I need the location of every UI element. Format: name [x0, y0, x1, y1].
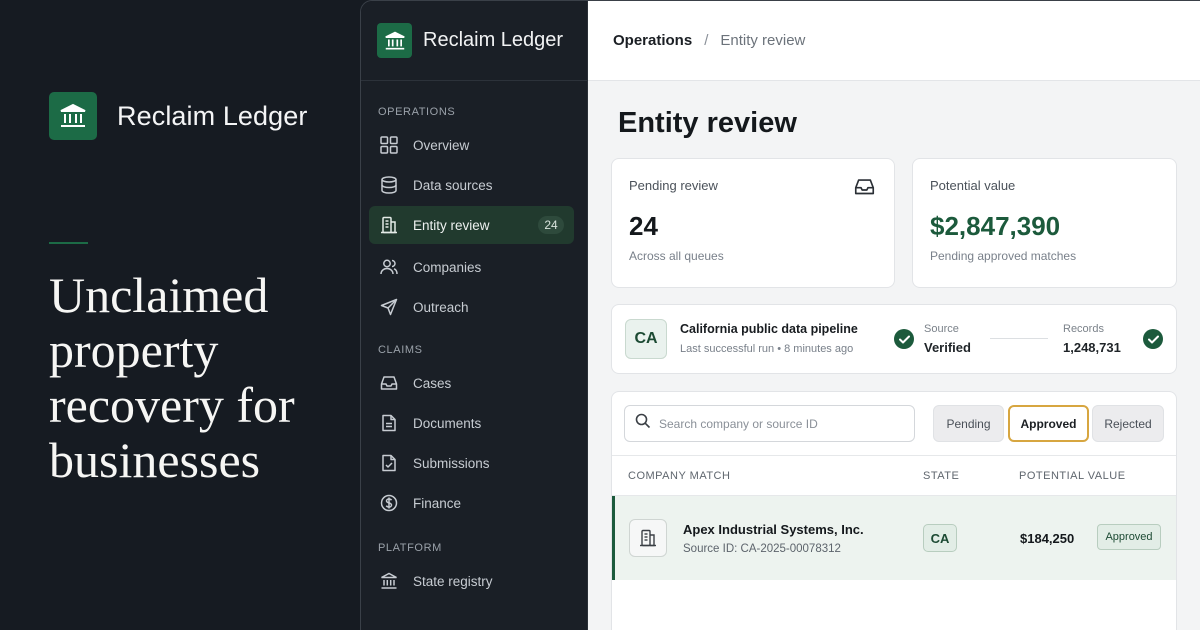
breadcrumb-parent[interactable]: Operations	[613, 32, 692, 49]
database-icon	[379, 175, 399, 195]
sidebar-item-label: Documents	[413, 415, 482, 431]
building-icon	[629, 519, 667, 557]
filter-pending-button[interactable]: Pending	[933, 405, 1004, 442]
status-badge: Approved	[1097, 524, 1161, 550]
file-check-icon	[379, 453, 399, 473]
search-icon	[635, 413, 651, 434]
column-header-value[interactable]: POTENTIAL VALUE	[1019, 470, 1126, 482]
divider	[990, 338, 1048, 339]
hero-headline-line: property	[49, 322, 219, 378]
sidebar-item-finance[interactable]: Finance	[369, 484, 574, 522]
search-input[interactable]	[659, 416, 899, 431]
column-header-state[interactable]: STATE	[923, 470, 959, 482]
sidebar-section-label: PLATFORM	[378, 542, 442, 554]
state-code-tile: CA	[625, 319, 667, 359]
breadcrumb-current: Entity review	[720, 32, 806, 49]
page-title: Entity review	[618, 107, 797, 139]
hero-headline-line: businesses	[49, 432, 261, 488]
filter-approved-button[interactable]: Approved	[1008, 405, 1089, 442]
sidebar-item-label: Data sources	[413, 177, 493, 193]
table-header: COMPANY MATCH STATE POTENTIAL VALUE	[612, 455, 1176, 496]
inbox-icon	[854, 177, 875, 201]
pipeline-subtitle: Last successful run • 8 minutes ago	[680, 343, 854, 355]
records-label: Records	[1063, 323, 1104, 335]
sidebar-item-outreach[interactable]: Outreach	[369, 288, 574, 326]
sidebar-item-state-registry[interactable]: State registry	[369, 562, 574, 600]
pipeline-title: California public data pipeline	[680, 322, 858, 336]
pipeline-card[interactable]: CA California public data pipeline Last …	[611, 304, 1177, 374]
sidebar-item-label: Finance	[413, 495, 462, 511]
sidebar-item-label: Entity review	[413, 217, 490, 233]
sidebar-section-label: OPERATIONS	[378, 106, 456, 118]
sidebar-item-cases[interactable]: Cases	[369, 364, 574, 402]
sidebar-item-label: State registry	[413, 573, 493, 589]
hero-brand: Reclaim Ledger	[49, 92, 308, 140]
sidebar-item-label: Companies	[413, 259, 482, 275]
source-label: Source	[924, 323, 959, 335]
sidebar-section-label: CLAIMS	[378, 344, 423, 356]
sidebar-brand[interactable]: Reclaim Ledger	[361, 1, 587, 81]
entity-table-card: Pending Approved Rejected COMPANY MATCH …	[611, 391, 1177, 630]
app-window: Reclaim Ledger OPERATIONS Overview Data …	[360, 0, 1200, 630]
stat-subtext: Across all queues	[629, 249, 724, 263]
company-name: Apex Industrial Systems, Inc.	[683, 522, 864, 537]
check-circle-icon	[1143, 329, 1163, 349]
hero-headline-line: Unclaimed	[49, 267, 269, 323]
inbox-icon	[379, 373, 399, 393]
hero-brand-name: Reclaim Ledger	[117, 100, 308, 131]
sidebar-item-label: Cases	[413, 375, 452, 391]
sidebar: Reclaim Ledger OPERATIONS Overview Data …	[361, 1, 588, 630]
search-box[interactable]	[624, 405, 915, 442]
breadcrumb: Operations / Entity review	[588, 1, 1200, 81]
sidebar-item-entity-review[interactable]: Entity review 24	[369, 206, 574, 244]
bank-icon	[377, 23, 412, 58]
hero-divider	[49, 242, 88, 244]
hero-headline: Unclaimed property recovery for business…	[49, 268, 349, 488]
sidebar-item-documents[interactable]: Documents	[369, 404, 574, 442]
column-header-company[interactable]: COMPANY MATCH	[628, 470, 730, 482]
stat-value: $2,847,390	[930, 211, 1061, 241]
building-icon	[379, 215, 399, 235]
hero-headline-line: recovery for	[49, 377, 295, 433]
table-row[interactable]: Apex Industrial Systems, Inc. Source ID:…	[612, 496, 1176, 580]
source-value: Verified	[924, 340, 971, 355]
check-circle-icon	[894, 329, 914, 349]
breadcrumb-separator: /	[704, 32, 709, 49]
grid-icon	[379, 135, 399, 155]
stat-value: 24	[629, 211, 658, 241]
filter-rejected-button[interactable]: Rejected	[1092, 405, 1164, 442]
sidebar-brand-name: Reclaim Ledger	[423, 29, 564, 51]
sidebar-item-overview[interactable]: Overview	[369, 126, 574, 164]
sidebar-item-companies[interactable]: Companies	[369, 248, 574, 286]
sidebar-item-data-sources[interactable]: Data sources	[369, 166, 574, 204]
bank-icon	[49, 92, 97, 140]
hero-panel: Reclaim Ledger Unclaimed property recove…	[0, 0, 360, 630]
count-badge: 24	[538, 216, 564, 234]
records-value: 1,248,731	[1063, 340, 1121, 355]
sidebar-item-label: Outreach	[413, 299, 469, 315]
document-icon	[379, 413, 399, 433]
users-icon	[379, 257, 399, 277]
sidebar-item-label: Submissions	[413, 455, 490, 471]
main-panel: Operations / Entity review Entity review…	[588, 1, 1200, 630]
sidebar-item-submissions[interactable]: Submissions	[369, 444, 574, 482]
stat-label: Potential value	[930, 178, 1016, 193]
pending-review-card: Pending review 24 Across all queues	[611, 158, 895, 288]
potential-value-card: Potential value $2,847,390 Pending appro…	[912, 158, 1177, 288]
stat-label: Pending review	[629, 178, 718, 193]
send-icon	[379, 297, 399, 317]
state-badge: CA	[923, 524, 957, 552]
potential-value: $184,250	[1020, 531, 1075, 546]
bank-icon	[379, 571, 399, 591]
stat-subtext: Pending approved matches	[930, 249, 1077, 263]
sidebar-item-label: Overview	[413, 137, 470, 153]
source-id: Source ID: CA-2025-00078312	[683, 543, 841, 555]
dollar-icon	[379, 493, 399, 513]
